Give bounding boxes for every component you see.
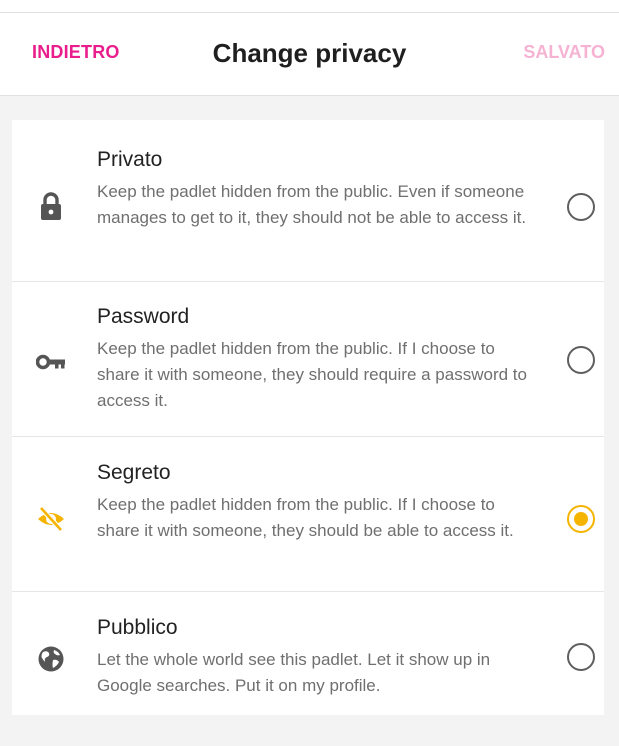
option-title: Privato bbox=[97, 148, 163, 171]
privacy-option-public[interactable]: Pubblico Let the whole world see this pa… bbox=[12, 591, 604, 746]
status-bar-area bbox=[0, 0, 619, 13]
key-icon bbox=[34, 345, 68, 379]
eye-off-icon bbox=[34, 502, 68, 536]
divider bbox=[12, 591, 604, 592]
divider bbox=[12, 281, 604, 282]
privacy-option-password[interactable]: Password Keep the padlet hidden from the… bbox=[12, 281, 604, 436]
header-bar: INDIETRO Change privacy SALVATO bbox=[0, 13, 619, 96]
radio-button-public[interactable] bbox=[567, 643, 595, 671]
save-button[interactable]: SALVATO bbox=[523, 42, 605, 63]
lock-icon bbox=[34, 189, 68, 223]
privacy-options-list: Privato Keep the padlet hidden from the … bbox=[12, 120, 604, 715]
option-title: Password bbox=[97, 305, 190, 328]
globe-icon bbox=[34, 642, 68, 676]
radio-button-password[interactable] bbox=[567, 346, 595, 374]
radio-button-private[interactable] bbox=[567, 193, 595, 221]
option-description: Keep the padlet hidden from the public. … bbox=[97, 339, 527, 410]
radio-selected-dot bbox=[574, 512, 588, 526]
option-title: Segreto bbox=[97, 461, 171, 484]
option-description: Keep the padlet hidden from the public. … bbox=[97, 495, 514, 540]
radio-button-secret[interactable] bbox=[567, 505, 595, 533]
option-description: Keep the padlet hidden from the public. … bbox=[97, 182, 527, 227]
privacy-option-private[interactable]: Privato Keep the padlet hidden from the … bbox=[12, 120, 604, 275]
option-description: Let the whole world see this padlet. Let… bbox=[97, 650, 491, 695]
option-title: Pubblico bbox=[97, 616, 178, 639]
privacy-option-secret[interactable]: Segreto Keep the padlet hidden from the … bbox=[12, 436, 604, 591]
divider bbox=[12, 436, 604, 437]
